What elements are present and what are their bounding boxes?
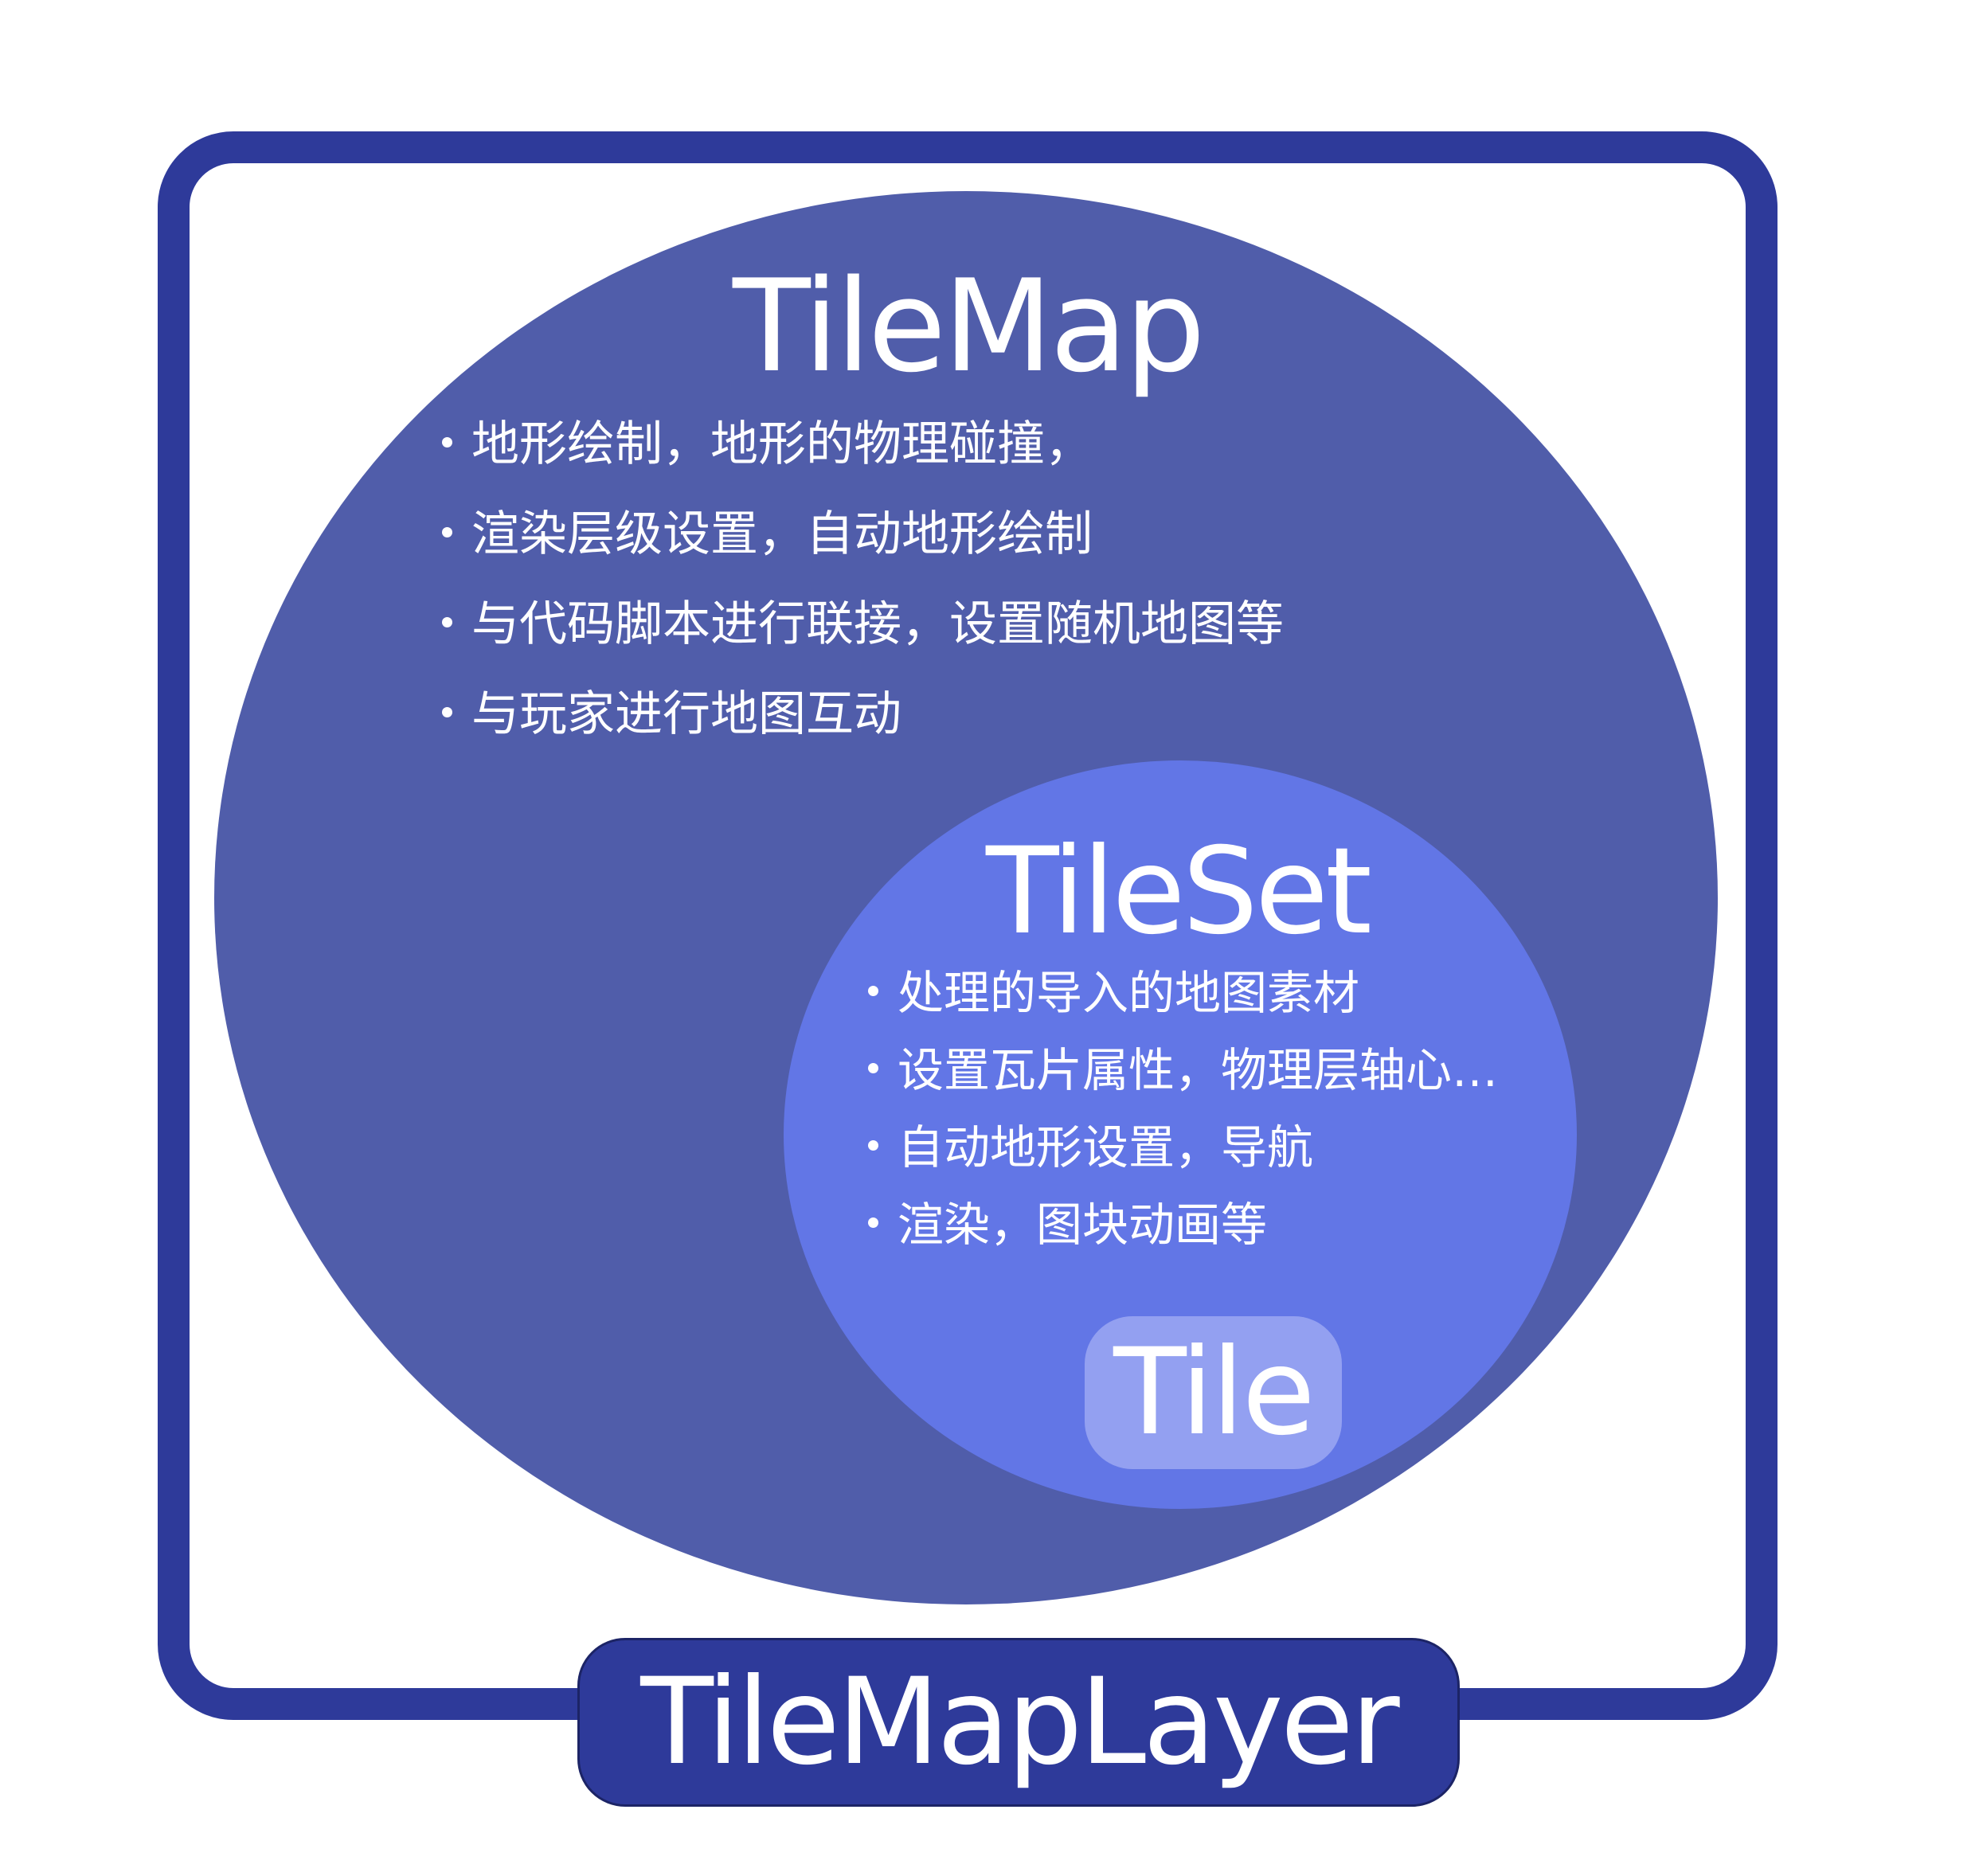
- tilemap-bullet-text: 地形绘制，地形的物理碰撞，: [471, 416, 1093, 472]
- tileset-bullet-text: 设置瓦片属性，物理层轴心…: [898, 1043, 1499, 1097]
- bullet-dot-icon: [868, 986, 878, 997]
- bullet-dot-icon: [868, 1063, 878, 1074]
- bullet-dot-icon: [868, 1217, 878, 1229]
- tileset-bullet-text: 渲染，图块动画等: [898, 1198, 1268, 1252]
- tilemaplayer-label-box: TileMapLayer: [577, 1638, 1460, 1807]
- tilemap-bullet-text: 与玩家进行地图互动: [471, 686, 901, 742]
- tilemap-bullet: 与代码脚本进行联接，设置随机地图等: [442, 600, 1284, 690]
- tileset-bullet-text: 处理的导入的地图素材: [898, 966, 1360, 1020]
- tileset-bullet: 渲染，图块动画等: [868, 1202, 1498, 1279]
- bullet-dot-icon: [442, 706, 452, 717]
- tileset-bullet: 设置瓦片属性，物理层轴心…: [868, 1047, 1498, 1124]
- tilemap-bullet-text: 与代码脚本进行联接，设置随机地图等: [471, 596, 1284, 652]
- tilemap-bullet-list: 地形绘制，地形的物理碰撞， 渲染层级设置，自动地形绘制 与代码脚本进行联接，设置…: [442, 420, 1284, 780]
- tilemap-title: TileMap: [733, 252, 1206, 401]
- tilemap-bullet: 渲染层级设置，自动地形绘制: [442, 510, 1284, 600]
- bullet-dot-icon: [442, 616, 452, 627]
- tilemaplayer-title: TileMapLayer: [640, 1653, 1399, 1792]
- tileset-bullet: 自动地形设置，导航: [868, 1124, 1498, 1202]
- tile-box: Tile: [1085, 1316, 1342, 1469]
- bullet-dot-icon: [442, 436, 452, 448]
- bullet-dot-icon: [868, 1140, 878, 1151]
- tileset-bullet-text: 自动地形设置，导航: [898, 1120, 1314, 1174]
- tilemap-bullet: 地形绘制，地形的物理碰撞，: [442, 420, 1284, 510]
- tileset-title: TileSet: [986, 823, 1372, 961]
- tileset-bullet-list: 处理的导入的地图素材 设置瓦片属性，物理层轴心… 自动地形设置，导航 渲染，图块…: [868, 970, 1498, 1279]
- tilemap-bullet-text: 渲染层级设置，自动地形绘制: [471, 506, 1093, 562]
- tileset-bullet: 处理的导入的地图素材: [868, 970, 1498, 1047]
- bullet-dot-icon: [442, 526, 452, 537]
- tile-title: Tile: [1113, 1323, 1316, 1462]
